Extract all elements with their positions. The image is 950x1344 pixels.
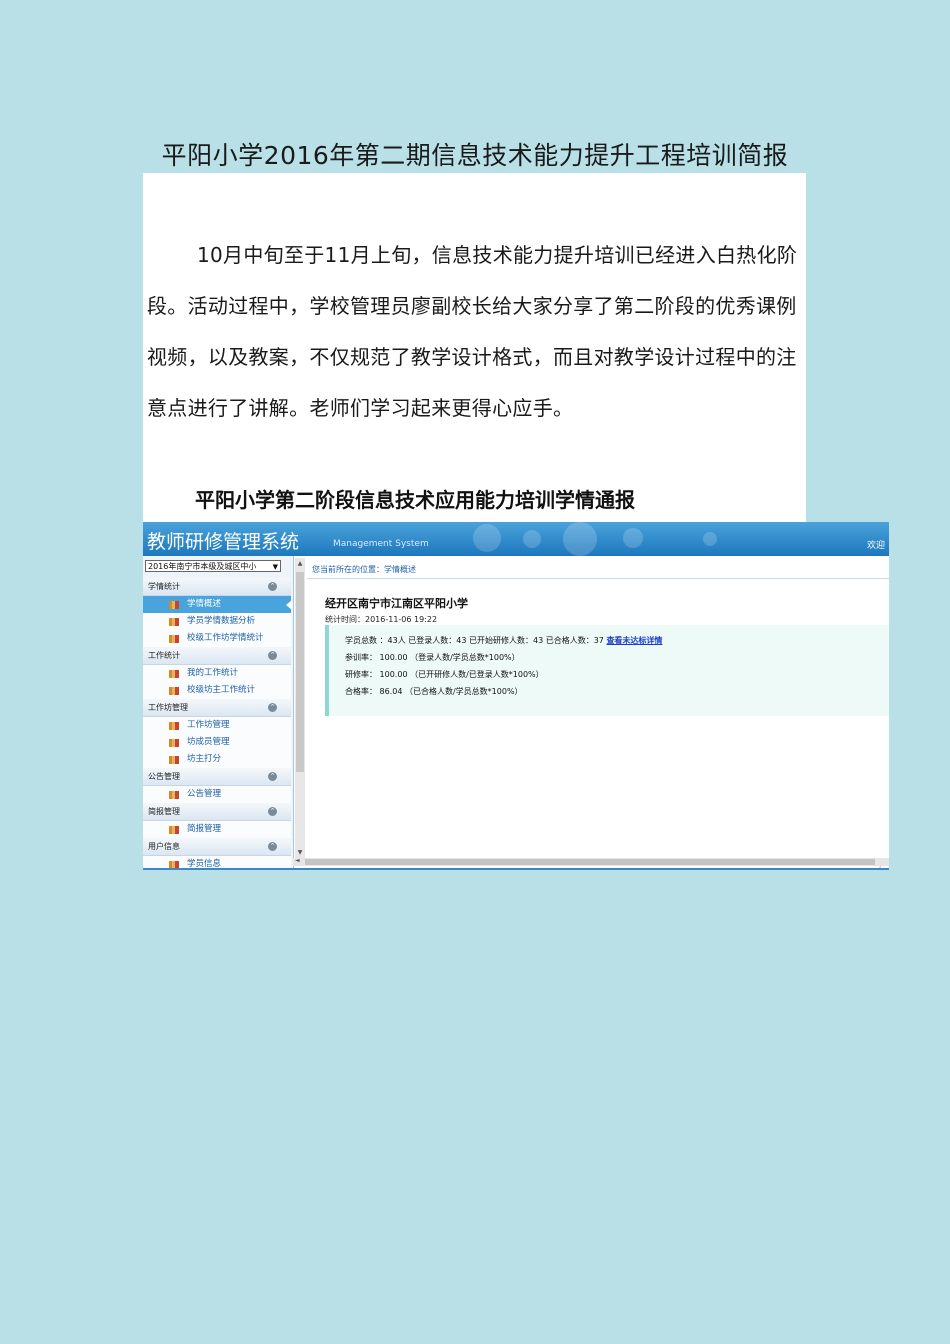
nav-group-notice[interactable]: 公告管理 ⌃ [143, 768, 291, 786]
scrollbar-thumb[interactable] [305, 859, 875, 865]
decor-bubble [703, 532, 717, 546]
chart-icon [169, 670, 179, 678]
chart-icon [169, 739, 179, 747]
sidebar-item-label: 校级坊主工作统计 [187, 685, 256, 695]
sidebar-item-label: 学员信息 [187, 859, 222, 869]
sidebar-item-label: 公告管理 [187, 789, 222, 799]
stats-summary: 学员总数 ：43人 已登录人数：43 已开始研修人数：43 已合格人数：37 查… [345, 635, 662, 646]
collapse-icon[interactable]: ⌃ [268, 807, 277, 816]
sidebar-item-host-work[interactable]: 校级坊主工作统计 [143, 682, 291, 699]
main-content: 您当前所在的位置：学情概述 经开区南宁市江南区平阳小学 统计时间：2016-11… [307, 556, 889, 868]
welcome-link[interactable]: 欢迎 [867, 538, 885, 551]
sidebar-item-label: 我的工作统计 [187, 668, 239, 678]
sidebar-item-label: 学员学情数据分析 [187, 616, 256, 626]
decor-bubble [473, 524, 501, 552]
system-screenshot: 教师研修管理系统 Management System 欢迎 2016年南宁市本级… [143, 522, 889, 870]
system-subtitle: Management System [333, 539, 429, 549]
nav-group-label: 工作坊管理 [148, 703, 188, 712]
sidebar-item-analysis[interactable]: 学员学情数据分析 [143, 613, 291, 630]
scroll-up-icon[interactable]: ▲ [295, 560, 305, 567]
document-subtitle: 平阳小学第二阶段信息技术应用能力培训学情通报 [195, 488, 635, 512]
sidebar-item-label: 学情概述 [187, 599, 222, 609]
user-icon [169, 861, 179, 868]
document-paragraph: 10月中旬至于11月上旬，信息技术能力提升培训已经进入白热化阶段。活动过程中，学… [147, 243, 798, 420]
sidebar-item-label: 校级工作坊学情统计 [187, 633, 264, 643]
sidebar-scrollbar[interactable]: ▲ ▼ [295, 558, 305, 858]
decor-bubble [523, 530, 541, 548]
chart-icon [169, 756, 179, 764]
collapse-icon[interactable]: ⌃ [268, 651, 277, 660]
chart-icon [169, 722, 179, 730]
document-title: 平阳小学2016年第二期信息技术能力提升工程培训简报 [161, 141, 789, 170]
unqualified-details-link[interactable]: 查看未达标详情 [606, 636, 662, 645]
pass-rate: 合格率： 86.04 （已合格人数/学员总数*100%） [345, 687, 523, 696]
sidebar-item-brief[interactable]: 简报管理 [143, 821, 291, 838]
nav-group-label: 工作统计 [148, 651, 180, 660]
breadcrumb: 您当前所在的位置：学情概述 [307, 563, 889, 579]
region-select-value: 2016年南宁市本级及城区中小 [148, 562, 257, 571]
chart-icon [169, 618, 179, 626]
nav-group-label: 学情统计 [148, 582, 180, 591]
chevron-down-icon: ▼ [272, 563, 278, 571]
nav-group-work[interactable]: 工作统计 ⌃ [143, 647, 291, 665]
chart-icon [169, 601, 179, 609]
region-select[interactable]: 2016年南宁市本级及城区中小 ▼ [145, 560, 281, 572]
sidebar-item-workshop-stats[interactable]: 校级工作坊学情统计 [143, 630, 291, 647]
system-header: 教师研修管理系统 Management System 欢迎 [143, 522, 889, 556]
scroll-down-icon[interactable]: ▼ [295, 849, 305, 856]
scrollbar-thumb[interactable] [296, 572, 304, 772]
sidebar-item-workshop-manage[interactable]: 工作坊管理 [143, 717, 291, 734]
system-title: 教师研修管理系统 [147, 531, 300, 553]
sidebar-item-scoring[interactable]: 坊主打分 [143, 751, 291, 768]
decor-bubble [563, 522, 597, 556]
sidebar-item-members[interactable]: 坊成员管理 [143, 734, 291, 751]
chart-icon [169, 826, 179, 834]
collapse-icon[interactable]: ⌃ [268, 772, 277, 781]
horizontal-scrollbar[interactable]: ◄ [293, 857, 889, 866]
stats-summary-text: 学员总数 ：43人 已登录人数：43 已开始研修人数：43 已合格人数：37 [345, 636, 607, 645]
notice-icon [169, 791, 179, 799]
chart-icon [169, 635, 179, 643]
collapse-icon[interactable]: ⌃ [268, 703, 277, 712]
collapse-icon[interactable]: ⌃ [268, 842, 277, 851]
sidebar: 2016年南宁市本级及城区中小 ▼ 学情统计 ⌃ 学情概述 学员学情数据分析 校级… [143, 556, 294, 868]
sidebar-item-label: 简报管理 [187, 824, 222, 834]
collapse-icon[interactable]: ⌃ [268, 582, 277, 591]
sidebar-item-label: 工作坊管理 [187, 720, 230, 730]
study-rate: 研修率： 100.00 （已开研修人数/已登录人数*100%） [345, 670, 544, 679]
sidebar-item-student-info[interactable]: 学员信息 [143, 856, 291, 869]
scroll-left-icon[interactable]: ◄ [295, 857, 300, 864]
nav-group-label: 用户信息 [148, 842, 180, 851]
nav-group-brief[interactable]: 简报管理 ⌃ [143, 803, 291, 821]
participation-rate: 参训率： 100.00 （登录人数/学员总数*100%） [345, 653, 520, 662]
school-name: 经开区南宁市江南区平阳小学 [325, 597, 468, 610]
nav-group-label: 公告管理 [148, 772, 180, 781]
decor-bubble [623, 528, 643, 548]
sidebar-item-label: 坊成员管理 [187, 737, 230, 747]
sidebar-item-my-work[interactable]: 我的工作统计 [143, 665, 291, 682]
chart-icon [169, 687, 179, 695]
sidebar-nav: 学情统计 ⌃ 学情概述 学员学情数据分析 校级工作坊学情统计 工作统计 ⌃ 我的工作… [143, 578, 292, 869]
sidebar-item-notice[interactable]: 公告管理 [143, 786, 291, 803]
stat-time: 统计时间：2016-11-06 19:22 [325, 615, 438, 624]
nav-group-user[interactable]: 用户信息 ⌃ [143, 838, 291, 856]
nav-group-workshop[interactable]: 工作坊管理 ⌃ [143, 699, 291, 717]
sidebar-item-overview[interactable]: 学情概述 [143, 596, 292, 613]
sidebar-item-label: 坊主打分 [187, 754, 222, 764]
nav-group-label: 简报管理 [148, 807, 180, 816]
stats-panel: 学员总数 ：43人 已登录人数：43 已开始研修人数：43 已合格人数：37 查… [325, 625, 889, 716]
nav-group-stats[interactable]: 学情统计 ⌃ [143, 578, 291, 596]
